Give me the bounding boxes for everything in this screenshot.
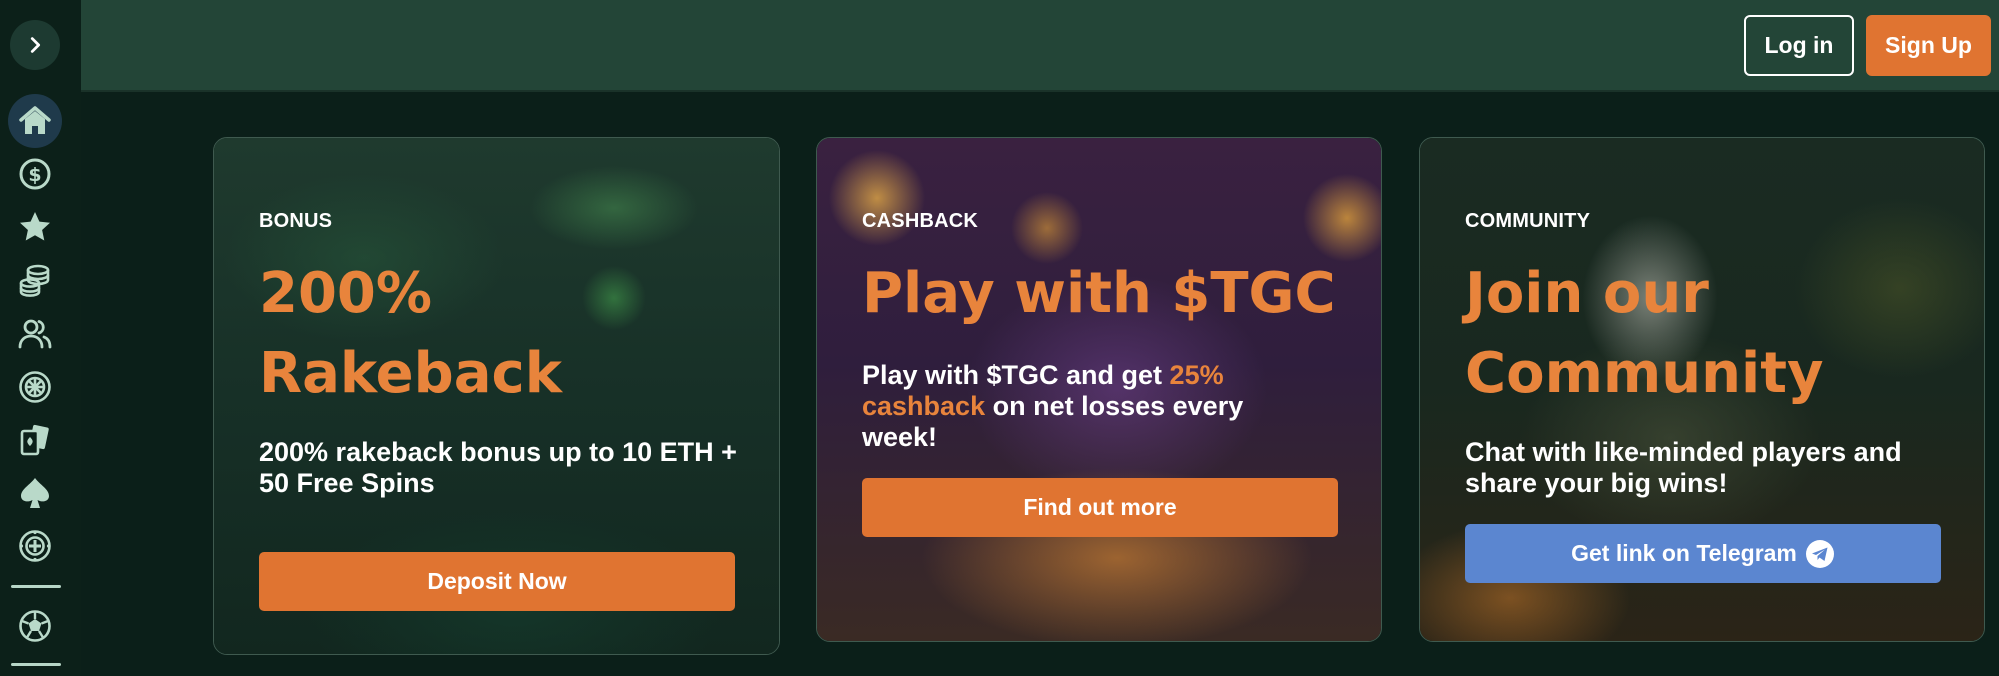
sidebar-item-cashier[interactable]: $ xyxy=(8,147,62,201)
sidebar-item-sports[interactable] xyxy=(8,599,62,653)
promo-description: Chat with like-minded players and share … xyxy=(1465,437,1902,498)
sidebar-item-roulette[interactable] xyxy=(8,519,62,573)
home-icon xyxy=(19,106,51,134)
sidebar-item-wheel[interactable] xyxy=(8,360,62,414)
coin-stack-icon xyxy=(19,264,50,297)
promo-eyebrow: BONUS xyxy=(259,210,333,232)
promo-headline: Play with $TGC xyxy=(862,261,1336,326)
promo-card-community: COMMUNITY Join our Community Chat with l… xyxy=(1419,137,1985,642)
deposit-now-button[interactable]: Deposit Now xyxy=(259,552,735,611)
roulette-icon xyxy=(19,530,51,562)
star-icon xyxy=(20,212,50,241)
chevron-right-icon xyxy=(30,37,41,53)
promo-eyebrow: COMMUNITY xyxy=(1465,210,1591,232)
sidebar-item-community[interactable] xyxy=(8,307,62,361)
promo-headline: 200% Rakeback xyxy=(259,261,562,406)
promo-card-cashback: CASHBACK Play with $TGC Play with $TGC a… xyxy=(816,137,1382,642)
top-header: Log in Sign Up xyxy=(81,0,1999,92)
sidebar-toggle-button[interactable] xyxy=(10,20,60,70)
app-root: $ Log in Sign Up BONUS 200% Rakeback 200… xyxy=(0,0,1999,676)
cards-icon xyxy=(20,424,49,456)
find-out-more-button[interactable]: Find out more xyxy=(862,478,1338,537)
sidebar-item-coins[interactable] xyxy=(8,253,62,307)
promo-description: Play with $TGC and get 25% cashback on n… xyxy=(862,360,1292,453)
wheel-icon xyxy=(19,371,51,403)
sidebar: $ xyxy=(0,0,81,676)
sidebar-divider xyxy=(11,585,61,588)
users-icon xyxy=(18,319,52,349)
promo-card-bonus: BONUS 200% Rakeback 200% rakeback bonus … xyxy=(213,137,780,655)
promo-eyebrow: CASHBACK xyxy=(862,210,979,232)
sidebar-item-table-games[interactable] xyxy=(8,413,62,467)
telegram-button-label: Get link on Telegram xyxy=(1571,540,1797,566)
sidebar-item-favorites[interactable] xyxy=(8,200,62,254)
spade-icon xyxy=(21,478,49,508)
soccer-ball-icon xyxy=(19,610,51,642)
sidebar-divider xyxy=(11,663,61,666)
telegram-icon xyxy=(1805,539,1834,568)
dollar-coin-icon: $ xyxy=(19,158,51,190)
telegram-link-button[interactable]: Get link on Telegram xyxy=(1465,524,1941,583)
svg-text:$: $ xyxy=(28,164,41,186)
signup-button[interactable]: Sign Up xyxy=(1866,15,1991,76)
login-button[interactable]: Log in xyxy=(1744,15,1854,76)
sidebar-item-home[interactable] xyxy=(8,94,62,148)
promo-headline: Join our Community xyxy=(1465,261,1824,406)
promo-description: 200% rakeback bonus up to 10 ETH + 50 Fr… xyxy=(259,437,737,498)
sidebar-item-poker[interactable] xyxy=(8,466,62,520)
promo-description-text: Play with $TGC and get xyxy=(862,360,1170,390)
